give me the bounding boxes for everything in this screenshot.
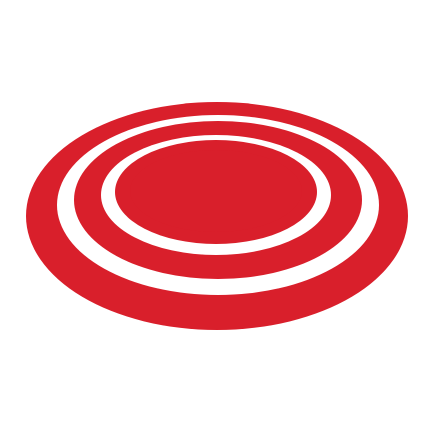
- canvas: [0, 0, 434, 434]
- target-rings-icon: [26, 102, 408, 330]
- bullseye-center: [130, 150, 302, 232]
